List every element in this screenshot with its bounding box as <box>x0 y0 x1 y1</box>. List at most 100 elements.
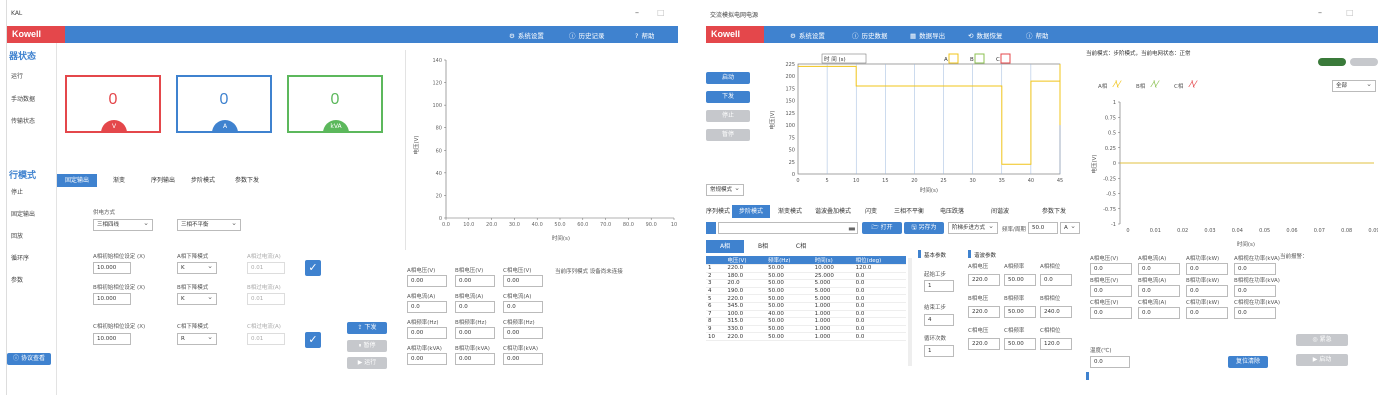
table-cell[interactable]: 120.0 <box>853 264 906 273</box>
tab-unbalance[interactable]: 三相不平衡 <box>886 205 932 218</box>
table-cell[interactable]: 50.00 <box>766 272 813 281</box>
run-button[interactable]: ▶ 运行 <box>347 357 387 369</box>
table-row[interactable]: 7 100.0 40.00 1.000 0.0 <box>706 310 906 319</box>
phase-param-input[interactable]: 240.0 <box>1040 306 1072 318</box>
phase-c-value[interactable]: 10.000 <box>93 333 131 345</box>
table-cell[interactable]: 1.000 <box>812 317 854 326</box>
table-cell[interactable]: 1.000 <box>812 332 854 341</box>
phase-a-checkbox[interactable]: ✓ <box>305 260 321 276</box>
mode-select[interactable]: 常规模式 <box>706 184 744 196</box>
tab-step[interactable]: 步阶模式 <box>183 174 223 187</box>
table-cell[interactable]: 7 <box>706 310 726 319</box>
menu-history-data[interactable]: ⓘ 历史数据 <box>852 30 888 40</box>
table-cell[interactable]: 0.0 <box>853 332 906 341</box>
table-cell[interactable]: 50.00 <box>766 294 813 303</box>
table-cell[interactable]: 50.00 <box>766 317 813 326</box>
table-row[interactable]: 1 220.0 50.00 10.000 120.0 <box>706 264 906 273</box>
table-cell[interactable]: 220.0 <box>725 264 767 273</box>
table-cell[interactable]: 10 <box>706 332 726 341</box>
phase-param-input[interactable]: 0.0 <box>1040 274 1072 286</box>
status-item-transfer[interactable]: 传输状态 <box>11 116 35 125</box>
status-item-running[interactable]: 运行 <box>11 71 23 80</box>
phase-param-input[interactable]: 120.0 <box>1040 338 1072 350</box>
phase-a-rate[interactable]: 0.01 <box>247 262 285 274</box>
unit-select[interactable]: A <box>1060 222 1080 234</box>
menu-system-settings[interactable]: ⚙ 系统设置 <box>509 30 544 40</box>
table-cell[interactable]: 2 <box>706 272 726 281</box>
table-cell[interactable]: 9 <box>706 325 726 334</box>
table-cell[interactable]: 10.000 <box>812 264 854 273</box>
table-cell[interactable]: 3 <box>706 279 726 288</box>
phase-b-rate[interactable]: 0.01 <box>247 293 285 305</box>
table-cell[interactable]: 4 <box>706 287 726 296</box>
file-path-input[interactable] <box>718 222 858 234</box>
table-cell[interactable]: 190.0 <box>725 287 767 296</box>
table-cell[interactable]: 315.0 <box>725 317 767 326</box>
open-button[interactable]: 🗁 打开 <box>862 222 902 234</box>
resize-handle[interactable] <box>1086 372 1089 380</box>
table-cell[interactable]: 8 <box>706 317 726 326</box>
start-step-input[interactable]: 1 <box>924 280 954 292</box>
table-cell[interactable]: 20.0 <box>725 279 767 288</box>
wiring-select[interactable]: 三相四线 <box>93 219 153 231</box>
table-cell[interactable]: 5.000 <box>812 279 854 288</box>
protocol-view-button[interactable]: ⓘ 协议查看 <box>7 353 51 365</box>
tab-interharmonic[interactable]: 间谐波 <box>982 205 1018 218</box>
mode-item-fixed[interactable]: 固定输出 <box>11 209 35 218</box>
table-cell[interactable]: 1 <box>706 264 726 273</box>
status-item-manual[interactable]: 手动数据 <box>11 94 35 103</box>
table-cell[interactable]: 330.0 <box>725 325 767 334</box>
table-cell[interactable]: 50.00 <box>766 287 813 296</box>
tab-step[interactable]: 步阶模式 <box>732 205 770 218</box>
phase-param-input[interactable]: 220.0 <box>968 306 1000 318</box>
table-cell[interactable]: 100.0 <box>725 310 767 319</box>
table-scrollbar[interactable] <box>908 258 912 366</box>
table-cell[interactable]: 0.0 <box>853 272 906 281</box>
mode-item-playback[interactable]: 回放 <box>11 231 23 240</box>
pause-button[interactable]: ⏸ 暂停 <box>347 340 387 352</box>
table-cell[interactable]: 220.0 <box>725 294 767 303</box>
table-cell[interactable]: 0.0 <box>853 310 906 319</box>
phase-b-mode-select[interactable]: K <box>177 293 217 305</box>
table-cell[interactable]: 40.00 <box>766 310 813 319</box>
tab-harmonic[interactable]: 谐波叠加模式 <box>810 205 856 218</box>
phase-param-input[interactable]: 50.00 <box>1004 338 1036 350</box>
download-button[interactable]: 下发 <box>706 91 750 103</box>
table-row[interactable]: 8 315.0 50.00 1.000 0.0 <box>706 317 906 326</box>
menu-help[interactable]: ⓘ 帮助 <box>1026 30 1049 40</box>
tab-phase-c[interactable]: C相 <box>782 240 820 253</box>
period-value[interactable]: 50.0 <box>1028 222 1058 234</box>
table-cell[interactable]: 345.0 <box>725 302 767 311</box>
table-cell[interactable]: 1.000 <box>812 325 854 334</box>
table-cell[interactable]: 0.0 <box>853 302 906 311</box>
pause-button[interactable]: 暂停 <box>706 129 750 141</box>
table-cell[interactable]: 5 <box>706 294 726 303</box>
minimize-button[interactable]: – <box>635 8 639 17</box>
phase-a-value[interactable]: 10.000 <box>93 262 131 274</box>
table-row[interactable]: 5 220.0 50.00 5.000 0.0 <box>706 294 906 303</box>
phase-param-input[interactable]: 220.0 <box>968 274 1000 286</box>
table-row[interactable]: 9 330.0 50.00 1.000 0.0 <box>706 325 906 334</box>
table-row[interactable]: 3 20.0 50.00 5.000 0.0 <box>706 279 906 288</box>
table-cell[interactable]: 0.0 <box>853 294 906 303</box>
balance-select[interactable]: 三相不平衡 <box>177 219 241 231</box>
table-cell[interactable]: 1.000 <box>812 310 854 319</box>
table-cell[interactable]: 6 <box>706 302 726 311</box>
table-cell[interactable]: 0.0 <box>853 287 906 296</box>
table-cell[interactable]: 50.00 <box>766 332 813 341</box>
tab-phase-a[interactable]: A相 <box>706 240 744 253</box>
tab-param-download[interactable]: 参数下发 <box>1032 205 1076 218</box>
maximize-button[interactable]: □ <box>1346 8 1354 17</box>
table-row[interactable]: 4 190.0 50.00 5.000 0.0 <box>706 287 906 296</box>
minimize-button[interactable]: – <box>1318 8 1322 17</box>
table-cell[interactable]: 50.00 <box>766 325 813 334</box>
start-button[interactable]: 启动 <box>706 72 750 84</box>
stop-button[interactable]: 停止 <box>706 110 750 122</box>
save-as-button[interactable]: 🖫 另存为 <box>904 222 944 234</box>
phase-param-input[interactable]: 50.00 <box>1004 306 1036 318</box>
table-row[interactable]: 10 220.0 50.00 1.000 0.0 <box>706 332 906 341</box>
table-row[interactable]: 6 345.0 50.00 1.000 0.0 <box>706 302 906 311</box>
cycles-input[interactable]: 1 <box>924 345 954 357</box>
tab-ramp[interactable]: 渐变模式 <box>772 205 808 218</box>
download-button[interactable]: ⇪ 下发 <box>347 322 387 334</box>
